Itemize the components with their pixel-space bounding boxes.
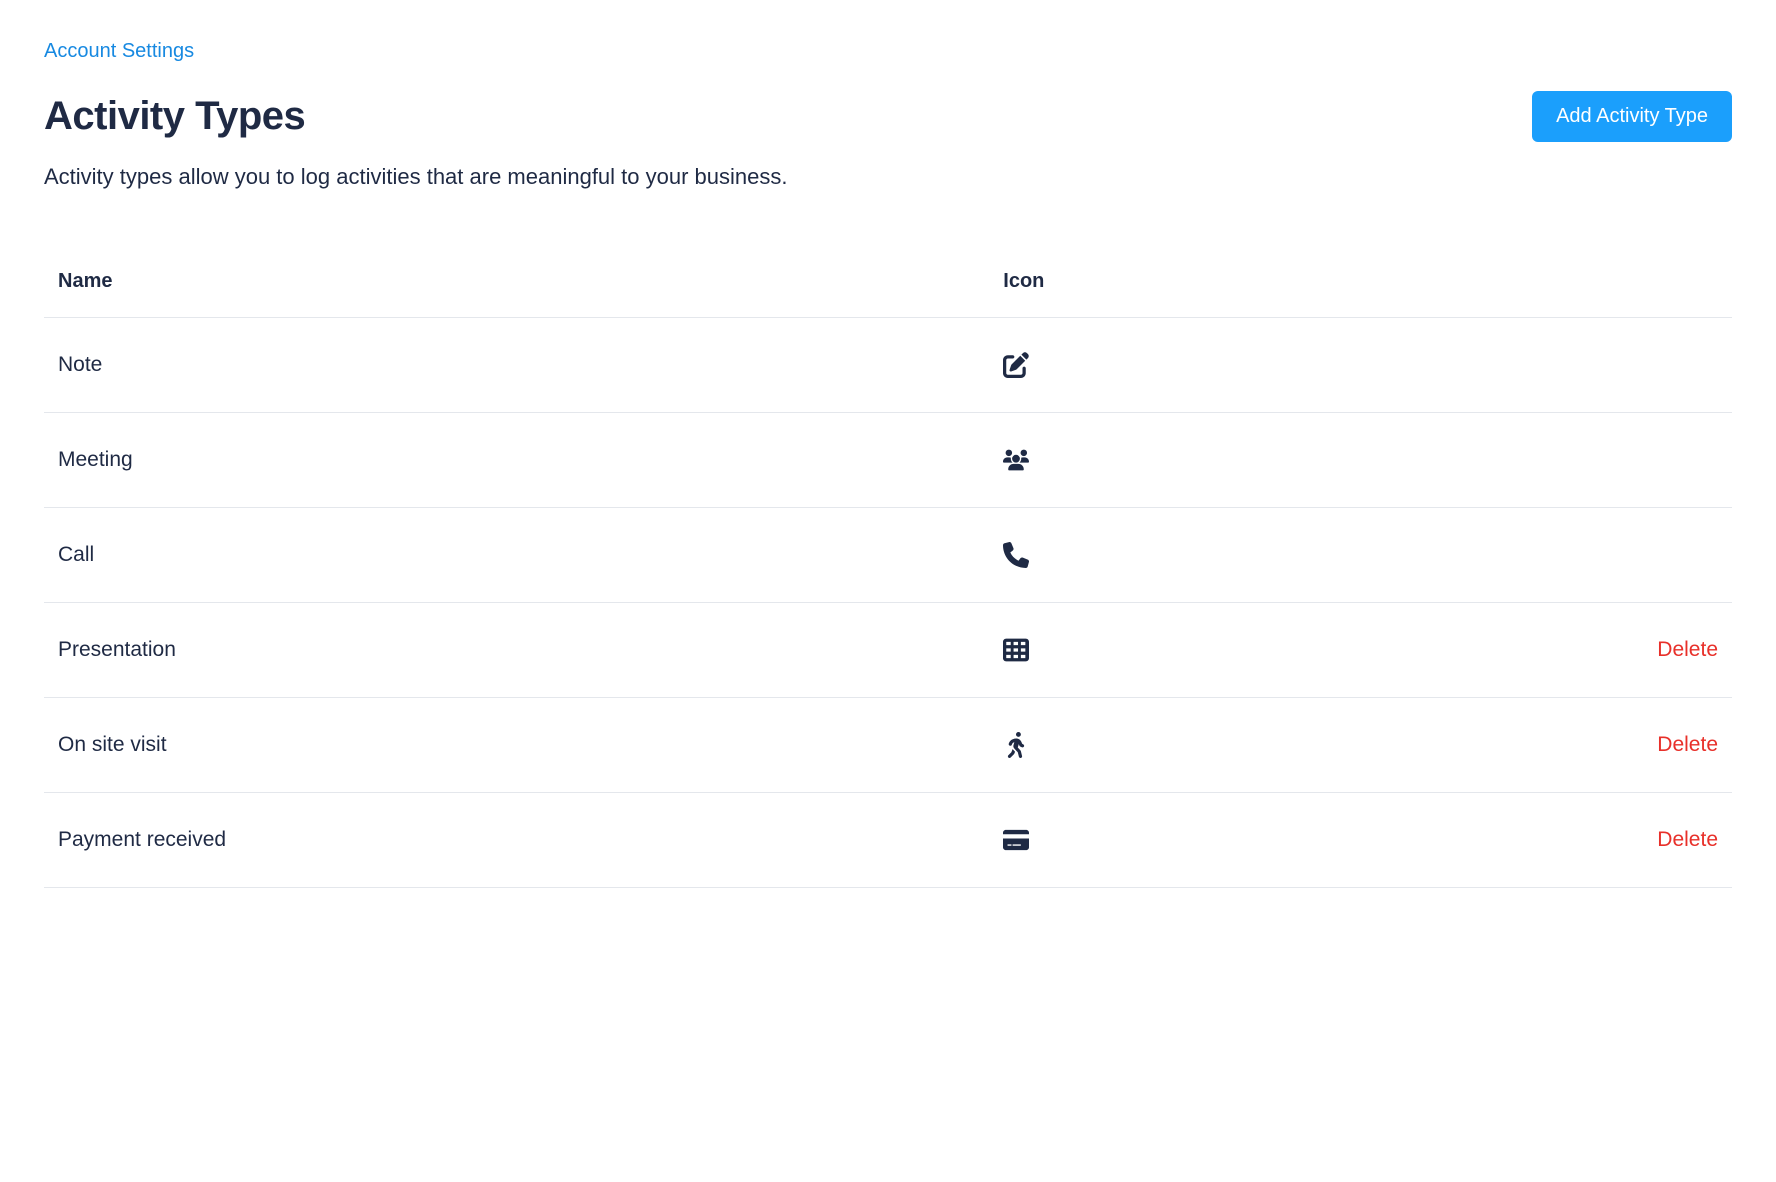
table-row: Note (44, 318, 1732, 413)
activity-type-name: Meeting (44, 413, 989, 508)
activity-type-icon-cell (989, 318, 1445, 413)
activity-type-actions (1445, 508, 1732, 603)
activity-type-icon-cell (989, 793, 1445, 888)
activity-type-actions: Delete (1445, 793, 1732, 888)
person-walking-icon (1003, 732, 1431, 758)
add-activity-type-button[interactable]: Add Activity Type (1532, 91, 1732, 142)
column-header-actions (1445, 250, 1732, 318)
page-header: Activity Types Add Activity Type (44, 91, 1732, 142)
breadcrumb-account-settings[interactable]: Account Settings (44, 40, 194, 63)
activity-type-name: Presentation (44, 603, 989, 698)
settings-page: Account Settings Activity Types Add Acti… (0, 0, 1776, 928)
credit-card-icon (1003, 827, 1431, 853)
activity-type-icon-cell (989, 508, 1445, 603)
delete-link[interactable]: Delete (1657, 828, 1718, 851)
activity-type-actions (1445, 413, 1732, 508)
table-row: Call (44, 508, 1732, 603)
activity-type-icon-cell (989, 698, 1445, 793)
phone-icon (1003, 542, 1431, 568)
activity-type-icon-cell (989, 603, 1445, 698)
table-cells-icon (1003, 637, 1431, 663)
users-icon (1003, 447, 1431, 473)
activity-type-actions: Delete (1445, 603, 1732, 698)
table-row: Presentation Delete (44, 603, 1732, 698)
table-row: Payment received Delete (44, 793, 1732, 888)
page-title: Activity Types (44, 94, 305, 139)
activity-type-name: Call (44, 508, 989, 603)
activity-type-icon-cell (989, 413, 1445, 508)
activity-type-actions (1445, 318, 1732, 413)
activity-type-name: Payment received (44, 793, 989, 888)
table-row: Meeting (44, 413, 1732, 508)
activity-type-name: On site visit (44, 698, 989, 793)
activity-type-actions: Delete (1445, 698, 1732, 793)
table-row: On site visit Delete (44, 698, 1732, 793)
activity-types-table: Name Icon NoteMeetingCallPresentation Del… (44, 250, 1732, 888)
delete-link[interactable]: Delete (1657, 733, 1718, 756)
page-description: Activity types allow you to log activiti… (44, 164, 1732, 190)
delete-link[interactable]: Delete (1657, 638, 1718, 661)
pen-to-square-icon (1003, 352, 1431, 378)
column-header-name: Name (44, 250, 989, 318)
column-header-icon: Icon (989, 250, 1445, 318)
activity-type-name: Note (44, 318, 989, 413)
